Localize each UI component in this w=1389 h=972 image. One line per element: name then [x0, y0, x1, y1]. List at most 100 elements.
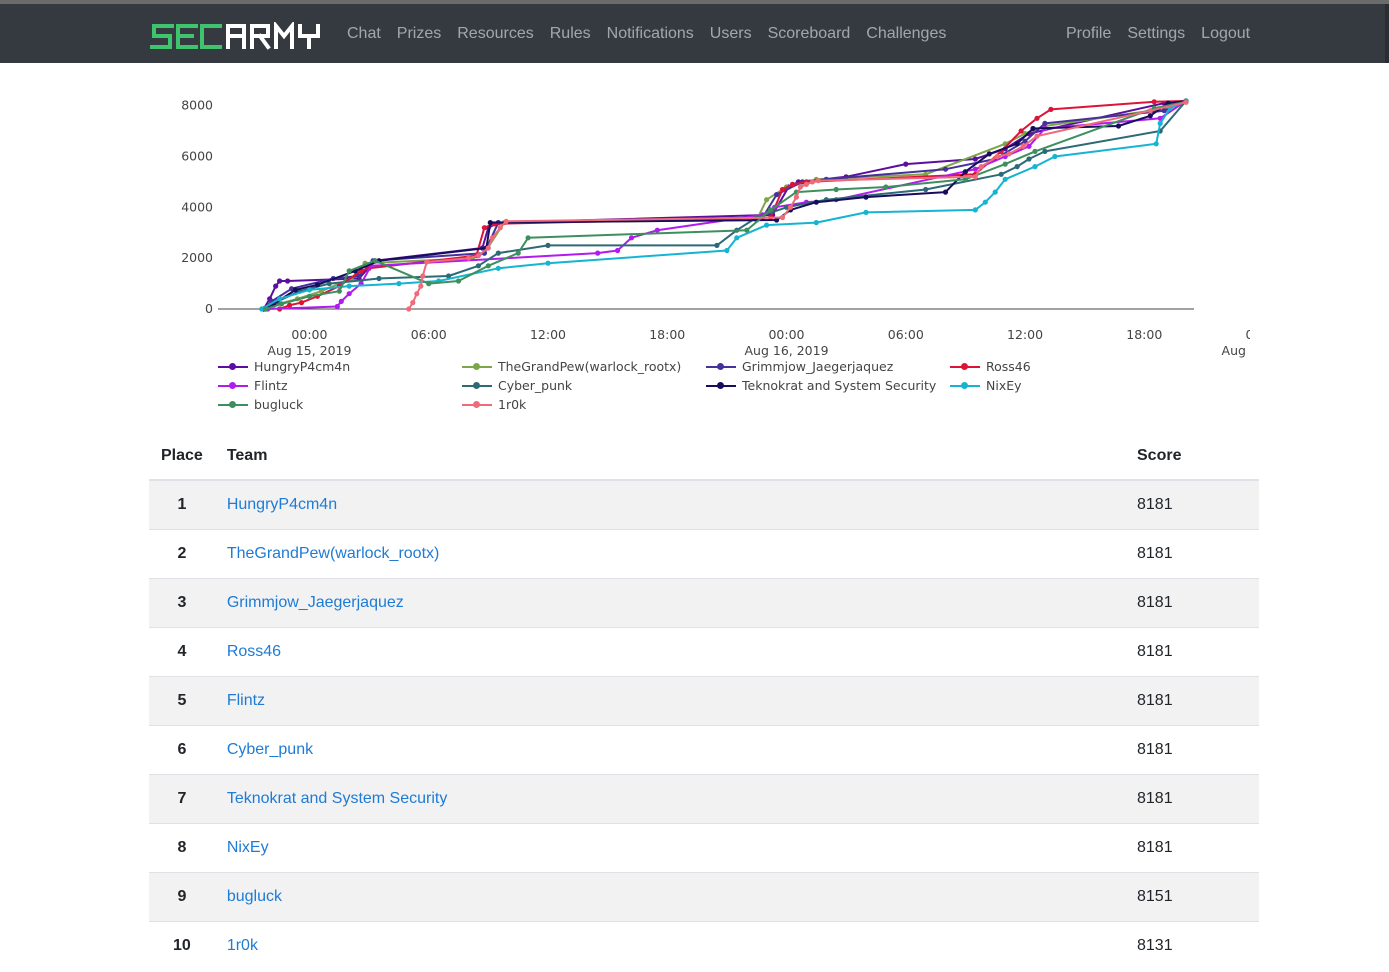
- data-point: [744, 227, 750, 233]
- x-tick-label: 00:00: [768, 327, 804, 342]
- team-link[interactable]: Grimmjow_Jaegerjaquez: [227, 594, 404, 611]
- legend-dot: [717, 381, 724, 389]
- team-link[interactable]: Flintz: [227, 692, 265, 709]
- data-point: [779, 214, 786, 221]
- legend-dot: [473, 381, 480, 389]
- data-point: [942, 189, 949, 195]
- legend-dot: [229, 400, 236, 408]
- scrollbar[interactable]: [1385, 4, 1389, 63]
- legend-label: 1r0k: [498, 397, 527, 412]
- data-point: [764, 197, 770, 203]
- x-tick-label: 18:00: [1126, 327, 1162, 342]
- data-point: [503, 218, 509, 224]
- data-point: [338, 298, 344, 304]
- data-point: [420, 273, 426, 279]
- data-point: [372, 258, 378, 264]
- place-cell: 8: [149, 823, 215, 873]
- data-point: [972, 174, 978, 180]
- legend-dot: [961, 381, 968, 389]
- data-point: [972, 156, 978, 162]
- score-cell: 8181: [1125, 627, 1259, 677]
- brand-logo[interactable]: [150, 22, 326, 52]
- nav-resources[interactable]: Resources: [449, 4, 541, 63]
- data-point: [978, 164, 984, 170]
- table-row: 4 Ross46 8181: [149, 627, 1259, 677]
- team-link[interactable]: bugluck: [227, 888, 282, 905]
- data-point: [287, 302, 293, 308]
- x-tick-label: 12:00: [530, 327, 566, 342]
- data-point: [485, 263, 491, 269]
- data-point: [986, 151, 992, 157]
- place-cell: 3: [149, 578, 215, 628]
- table-row: 3 Grimmjow_Jaegerjaquez 8181: [149, 578, 1259, 628]
- legend-item[interactable]: 1r0k: [462, 395, 706, 414]
- data-point: [1014, 164, 1020, 170]
- series-8: [263, 99, 1189, 312]
- team-link[interactable]: Cyber_punk: [227, 741, 313, 758]
- team-link[interactable]: NixEy: [227, 839, 269, 856]
- data-point: [813, 220, 819, 226]
- team-link[interactable]: Ross46: [227, 643, 281, 660]
- nav-notifications[interactable]: Notifications: [599, 4, 702, 63]
- data-point: [789, 181, 796, 187]
- data-point: [972, 207, 978, 213]
- nav-rules[interactable]: Rules: [542, 4, 599, 63]
- legend-item[interactable]: TheGrandPew(warlock_rootx): [462, 357, 706, 376]
- team-link[interactable]: HungryP4cm4n: [227, 496, 337, 513]
- nav-scoreboard[interactable]: Scoreboard: [760, 4, 859, 63]
- data-point: [595, 250, 601, 256]
- nav-prizes[interactable]: Prizes: [389, 4, 449, 63]
- data-point: [475, 253, 481, 259]
- legend-item[interactable]: Cyber_punk: [462, 376, 706, 395]
- legend-item[interactable]: bugluck: [218, 395, 462, 414]
- data-point: [263, 306, 269, 312]
- data-point: [285, 278, 291, 284]
- team-cell: Teknokrat and System Security: [214, 774, 1125, 824]
- data-point: [346, 283, 352, 289]
- place-cell: 7: [149, 774, 215, 824]
- place-cell: 1: [149, 479, 215, 530]
- nav-chat[interactable]: Chat: [339, 4, 389, 63]
- data-point: [497, 225, 503, 231]
- data-point: [779, 186, 786, 193]
- nav-users[interactable]: Users: [702, 4, 760, 63]
- data-point: [346, 291, 352, 297]
- data-point: [515, 250, 521, 256]
- data-point: [654, 227, 660, 233]
- data-point: [1034, 133, 1040, 139]
- data-point: [273, 283, 279, 289]
- score-cell: 8181: [1125, 774, 1259, 824]
- series-1: [263, 98, 1189, 312]
- legend-item[interactable]: HungryP4cm4n: [218, 357, 462, 376]
- series-4: [265, 98, 1189, 312]
- data-point: [487, 220, 493, 226]
- data-point: [292, 287, 299, 293]
- data-point: [1006, 151, 1012, 157]
- legend-item[interactable]: Ross46: [950, 357, 1190, 376]
- legend-swatch: [950, 380, 980, 392]
- nav-left: Chat Prizes Resources Rules Notification…: [339, 4, 954, 63]
- data-point: [410, 300, 416, 306]
- data-point: [994, 153, 1000, 160]
- y-tick-label: 4000: [181, 199, 213, 214]
- nav-settings[interactable]: Settings: [1119, 4, 1193, 63]
- nav-challenges[interactable]: Challenges: [858, 4, 954, 63]
- legend-item[interactable]: Flintz: [218, 376, 462, 395]
- data-point: [406, 306, 412, 312]
- legend-item[interactable]: NixEy: [950, 376, 1190, 395]
- data-point: [376, 275, 382, 282]
- series-3: [277, 98, 1189, 312]
- team-link[interactable]: Teknokrat and System Security: [227, 790, 448, 807]
- place-cell: 5: [149, 676, 215, 726]
- data-point: [724, 247, 730, 254]
- legend-item[interactable]: Grimmjow_Jaegerjaquez: [706, 357, 950, 376]
- nav-profile[interactable]: Profile: [1058, 4, 1119, 63]
- nav-logout[interactable]: Logout: [1193, 4, 1258, 63]
- y-tick-label: 8000: [181, 98, 213, 113]
- team-link[interactable]: 1r0k: [227, 937, 258, 954]
- legend-item[interactable]: Teknokrat and System Security: [706, 376, 950, 395]
- team-cell: 1r0k: [214, 921, 1125, 970]
- team-link[interactable]: TheGrandPew(warlock_rootx): [227, 545, 440, 562]
- data-point: [813, 199, 819, 205]
- data-point: [306, 293, 312, 299]
